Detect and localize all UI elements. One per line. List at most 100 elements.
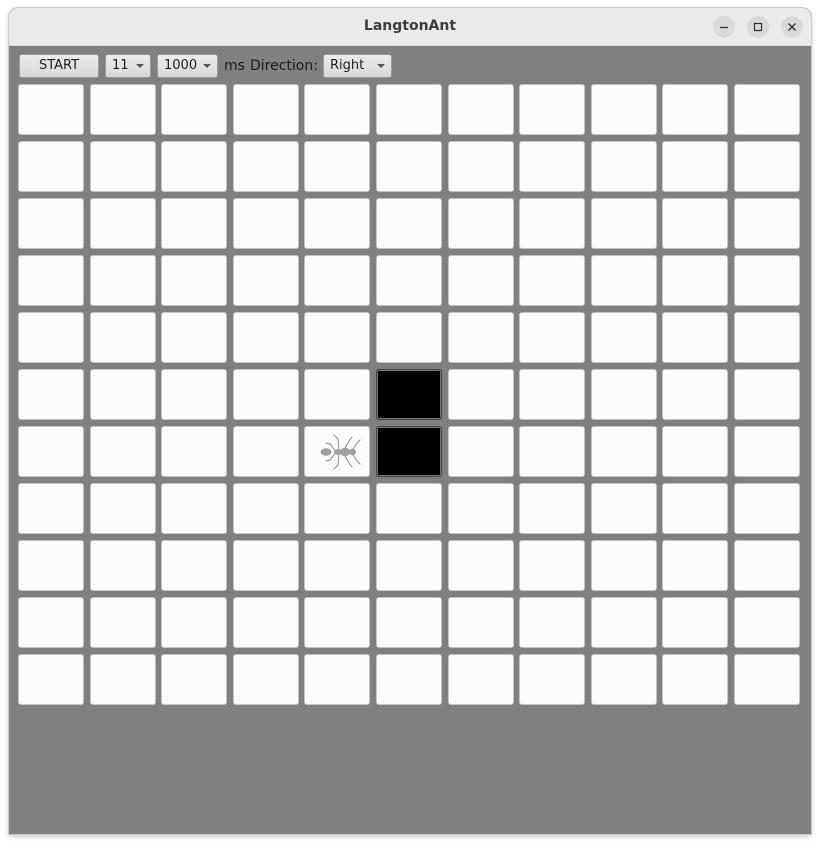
grid-cell[interactable] [591, 255, 657, 306]
grid-cell[interactable] [161, 312, 227, 363]
grid-cell[interactable] [18, 426, 84, 477]
grid-cell[interactable] [304, 369, 370, 420]
grid-cell[interactable] [734, 84, 800, 135]
grid-cell[interactable] [90, 141, 156, 192]
grid-cell[interactable] [161, 654, 227, 705]
grid-cell[interactable] [519, 540, 585, 591]
grid-cell[interactable] [448, 84, 514, 135]
grid-cell[interactable] [18, 84, 84, 135]
grid-cell[interactable] [734, 426, 800, 477]
grid-cell[interactable] [448, 654, 514, 705]
grid-cell[interactable] [161, 141, 227, 192]
grid-cell[interactable] [448, 255, 514, 306]
grid-cell[interactable] [662, 255, 728, 306]
grid-cell[interactable] [161, 84, 227, 135]
grid-cell[interactable] [519, 198, 585, 249]
grid-cell[interactable] [591, 597, 657, 648]
grid-cell[interactable] [734, 255, 800, 306]
grid-cell[interactable] [304, 597, 370, 648]
grid-cell[interactable] [448, 369, 514, 420]
grid-cell[interactable] [18, 198, 84, 249]
grid-cell[interactable] [18, 654, 84, 705]
grid-cell[interactable] [233, 654, 299, 705]
grid-cell[interactable] [233, 597, 299, 648]
grid-cell[interactable] [18, 540, 84, 591]
grid-cell[interactable] [519, 597, 585, 648]
grid-cell[interactable] [662, 369, 728, 420]
grid-cell[interactable] [519, 84, 585, 135]
grid-cell[interactable] [233, 483, 299, 534]
grid-cell[interactable] [376, 84, 442, 135]
grid-cell[interactable] [519, 654, 585, 705]
grid-cell[interactable] [18, 483, 84, 534]
direction-select[interactable]: Right [323, 54, 392, 78]
grid-cell[interactable] [90, 198, 156, 249]
grid-cell[interactable] [304, 312, 370, 363]
grid-cell[interactable] [448, 540, 514, 591]
grid-cell[interactable] [519, 255, 585, 306]
grid-cell[interactable] [591, 84, 657, 135]
grid-cell[interactable] [448, 483, 514, 534]
grid-cell[interactable] [734, 540, 800, 591]
grid-cell[interactable] [376, 597, 442, 648]
grid-cell[interactable] [18, 369, 84, 420]
grid-cell[interactable] [90, 84, 156, 135]
grid-cell[interactable] [90, 369, 156, 420]
grid-cell[interactable] [734, 654, 800, 705]
start-button[interactable]: START [19, 54, 99, 78]
grid-cell[interactable] [662, 312, 728, 363]
grid-cell[interactable] [519, 483, 585, 534]
grid-cell[interactable] [734, 597, 800, 648]
grid-cell[interactable] [233, 198, 299, 249]
grid-cell[interactable] [161, 426, 227, 477]
grid-cell[interactable] [304, 426, 370, 477]
grid-cell[interactable] [18, 597, 84, 648]
grid-cell[interactable] [734, 312, 800, 363]
grid-cell[interactable] [591, 654, 657, 705]
grid-cell[interactable] [591, 312, 657, 363]
grid-cell[interactable] [161, 255, 227, 306]
grid-cell[interactable] [591, 198, 657, 249]
grid-cell[interactable] [448, 312, 514, 363]
grid-cell[interactable] [448, 141, 514, 192]
grid-cell[interactable] [448, 198, 514, 249]
grid-cell[interactable] [662, 84, 728, 135]
grid-cell[interactable] [304, 141, 370, 192]
grid-cell[interactable] [662, 198, 728, 249]
minimize-button[interactable] [713, 16, 735, 38]
grid-cell[interactable] [734, 369, 800, 420]
grid-cell[interactable] [304, 84, 370, 135]
grid-cell[interactable] [519, 369, 585, 420]
close-button[interactable] [781, 16, 803, 38]
grid-cell[interactable] [233, 312, 299, 363]
grid-cell[interactable] [519, 426, 585, 477]
grid-cell[interactable] [18, 255, 84, 306]
grid-cell[interactable] [90, 426, 156, 477]
grid-cell[interactable] [376, 312, 442, 363]
grid-cell[interactable] [90, 597, 156, 648]
grid-cell[interactable] [90, 255, 156, 306]
grid-cell[interactable] [376, 141, 442, 192]
grid-cell[interactable] [90, 540, 156, 591]
grid-cell[interactable] [233, 369, 299, 420]
grid-cell[interactable] [448, 597, 514, 648]
grid-cell[interactable] [376, 483, 442, 534]
grid-cell[interactable] [161, 369, 227, 420]
grid-cell[interactable] [662, 597, 728, 648]
delay-select[interactable]: 1000 [157, 54, 218, 78]
grid-cell[interactable] [161, 198, 227, 249]
grid-cell[interactable] [233, 141, 299, 192]
grid-cell[interactable] [448, 426, 514, 477]
grid-cell[interactable] [591, 540, 657, 591]
grid-cell[interactable] [18, 141, 84, 192]
grid-cell[interactable] [90, 312, 156, 363]
grid-cell[interactable] [376, 255, 442, 306]
grid-cell[interactable] [233, 255, 299, 306]
grid-cell-black[interactable] [376, 369, 442, 420]
grid-cell[interactable] [734, 141, 800, 192]
grid-cell[interactable] [304, 198, 370, 249]
grid-cell[interactable] [591, 369, 657, 420]
maximize-button[interactable] [747, 16, 769, 38]
grid-cell[interactable] [662, 141, 728, 192]
grid-cell[interactable] [90, 483, 156, 534]
